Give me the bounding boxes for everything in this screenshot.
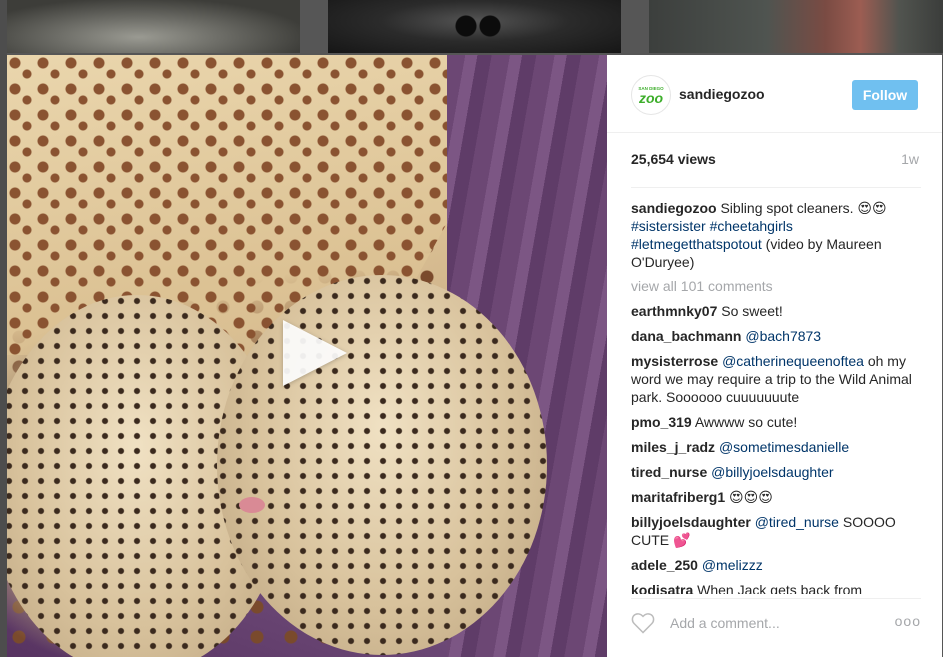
grid-thumbnail-3[interactable] (649, 0, 943, 53)
comment-items: earthmnky07 So sweet! dana_bachmann @bach… (631, 302, 921, 594)
backdrop-edge (0, 0, 7, 657)
comment-item: earthmnky07 So sweet! (631, 302, 921, 320)
cub-tongue (239, 497, 265, 513)
comment-username[interactable]: earthmnky07 (631, 303, 717, 319)
comment-mention[interactable]: @bach7873 (745, 328, 821, 344)
comment-username[interactable]: mysisterrose (631, 353, 718, 369)
comment-username[interactable]: pmo_319 (631, 414, 692, 430)
comment-mention[interactable]: @catherinequeenoftea (722, 353, 864, 369)
comment-item: billyjoelsdaughter @tired_nurse SOOOO CU… (631, 513, 921, 549)
post-modal: SAN DIEGO zoo sandiegozoo Follow 25,654 … (7, 55, 942, 657)
comment-item: miles_j_radz @sometimesdanielle (631, 438, 921, 456)
caption-hashtags[interactable]: #sistersister #cheetahgirls (631, 218, 793, 234)
comments-list[interactable]: sandiegozoo Sibling spot cleaners. 😍😍 #s… (631, 187, 921, 594)
heart-eyes-emoji: 😍😍 (857, 200, 887, 216)
avatar[interactable]: SAN DIEGO zoo (631, 75, 671, 115)
comment-mention[interactable]: @sometimesdanielle (719, 439, 849, 455)
comment-text: 😍😍😍 (729, 489, 773, 505)
comment-username[interactable]: miles_j_radz (631, 439, 715, 455)
grid-thumbnail-2[interactable] (328, 0, 621, 53)
comment-mention[interactable]: @melizzz (702, 557, 763, 573)
comment-mention[interactable]: @billyjoelsdaughter (711, 464, 833, 480)
comment-text: Awwww so cute! (694, 414, 798, 430)
comment-username[interactable]: kodisatra (631, 582, 693, 594)
comment-footer: ooo (631, 598, 921, 647)
grid-thumbnail-1[interactable] (7, 0, 300, 53)
post-stats: 25,654 views 1w (631, 151, 919, 169)
comment-item: dana_bachmann @bach7873 (631, 327, 921, 345)
video-media[interactable] (7, 55, 607, 657)
comment-item: tired_nurse @billyjoelsdaughter (631, 463, 921, 481)
account-username[interactable]: sandiegozoo (679, 86, 765, 102)
svg-text:zoo: zoo (638, 90, 664, 106)
comment-username[interactable]: tired_nurse (631, 464, 707, 480)
add-comment-input[interactable] (670, 613, 880, 633)
comment-item: mysisterrose @catherinequeenoftea oh my … (631, 352, 921, 406)
follow-button[interactable]: Follow (852, 80, 918, 110)
post-side-panel: SAN DIEGO zoo sandiegozoo Follow 25,654 … (607, 55, 942, 657)
comment-item: adele_250 @melizzz (631, 556, 921, 574)
comment-username[interactable]: dana_bachmann (631, 328, 741, 344)
comment-username[interactable]: adele_250 (631, 557, 698, 573)
post-header: SAN DIEGO zoo sandiegozoo Follow (607, 55, 942, 133)
heart-icon[interactable] (631, 612, 655, 634)
comment-text: So sweet! (721, 303, 783, 319)
comment-mention[interactable]: @tired_nurse (755, 514, 839, 530)
caption-username[interactable]: sandiegozoo (631, 200, 717, 216)
cheetah-cub-right (217, 275, 547, 655)
comment-username[interactable]: billyjoelsdaughter (631, 514, 751, 530)
post-caption: sandiegozoo Sibling spot cleaners. 😍😍 #s… (631, 199, 921, 271)
comment-username[interactable]: maritafriberg1 (631, 489, 725, 505)
caption-text: Sibling spot cleaners. (720, 200, 854, 216)
play-icon[interactable] (283, 320, 347, 386)
view-all-comments-link[interactable]: view all 101 comments (631, 277, 921, 295)
comment-item: maritafriberg1 😍😍😍 (631, 488, 921, 506)
caption-hashtag[interactable]: #letmegetthatspotout (631, 236, 762, 252)
comment-text: When Jack gets back from (697, 582, 863, 594)
comment-item: pmo_319 Awwww so cute! (631, 413, 921, 431)
comment-item: kodisatra When Jack gets back from (631, 581, 921, 594)
post-age[interactable]: 1w (901, 151, 919, 167)
view-count: 25,654 views (631, 151, 716, 167)
more-options-icon[interactable]: ooo (895, 613, 921, 629)
